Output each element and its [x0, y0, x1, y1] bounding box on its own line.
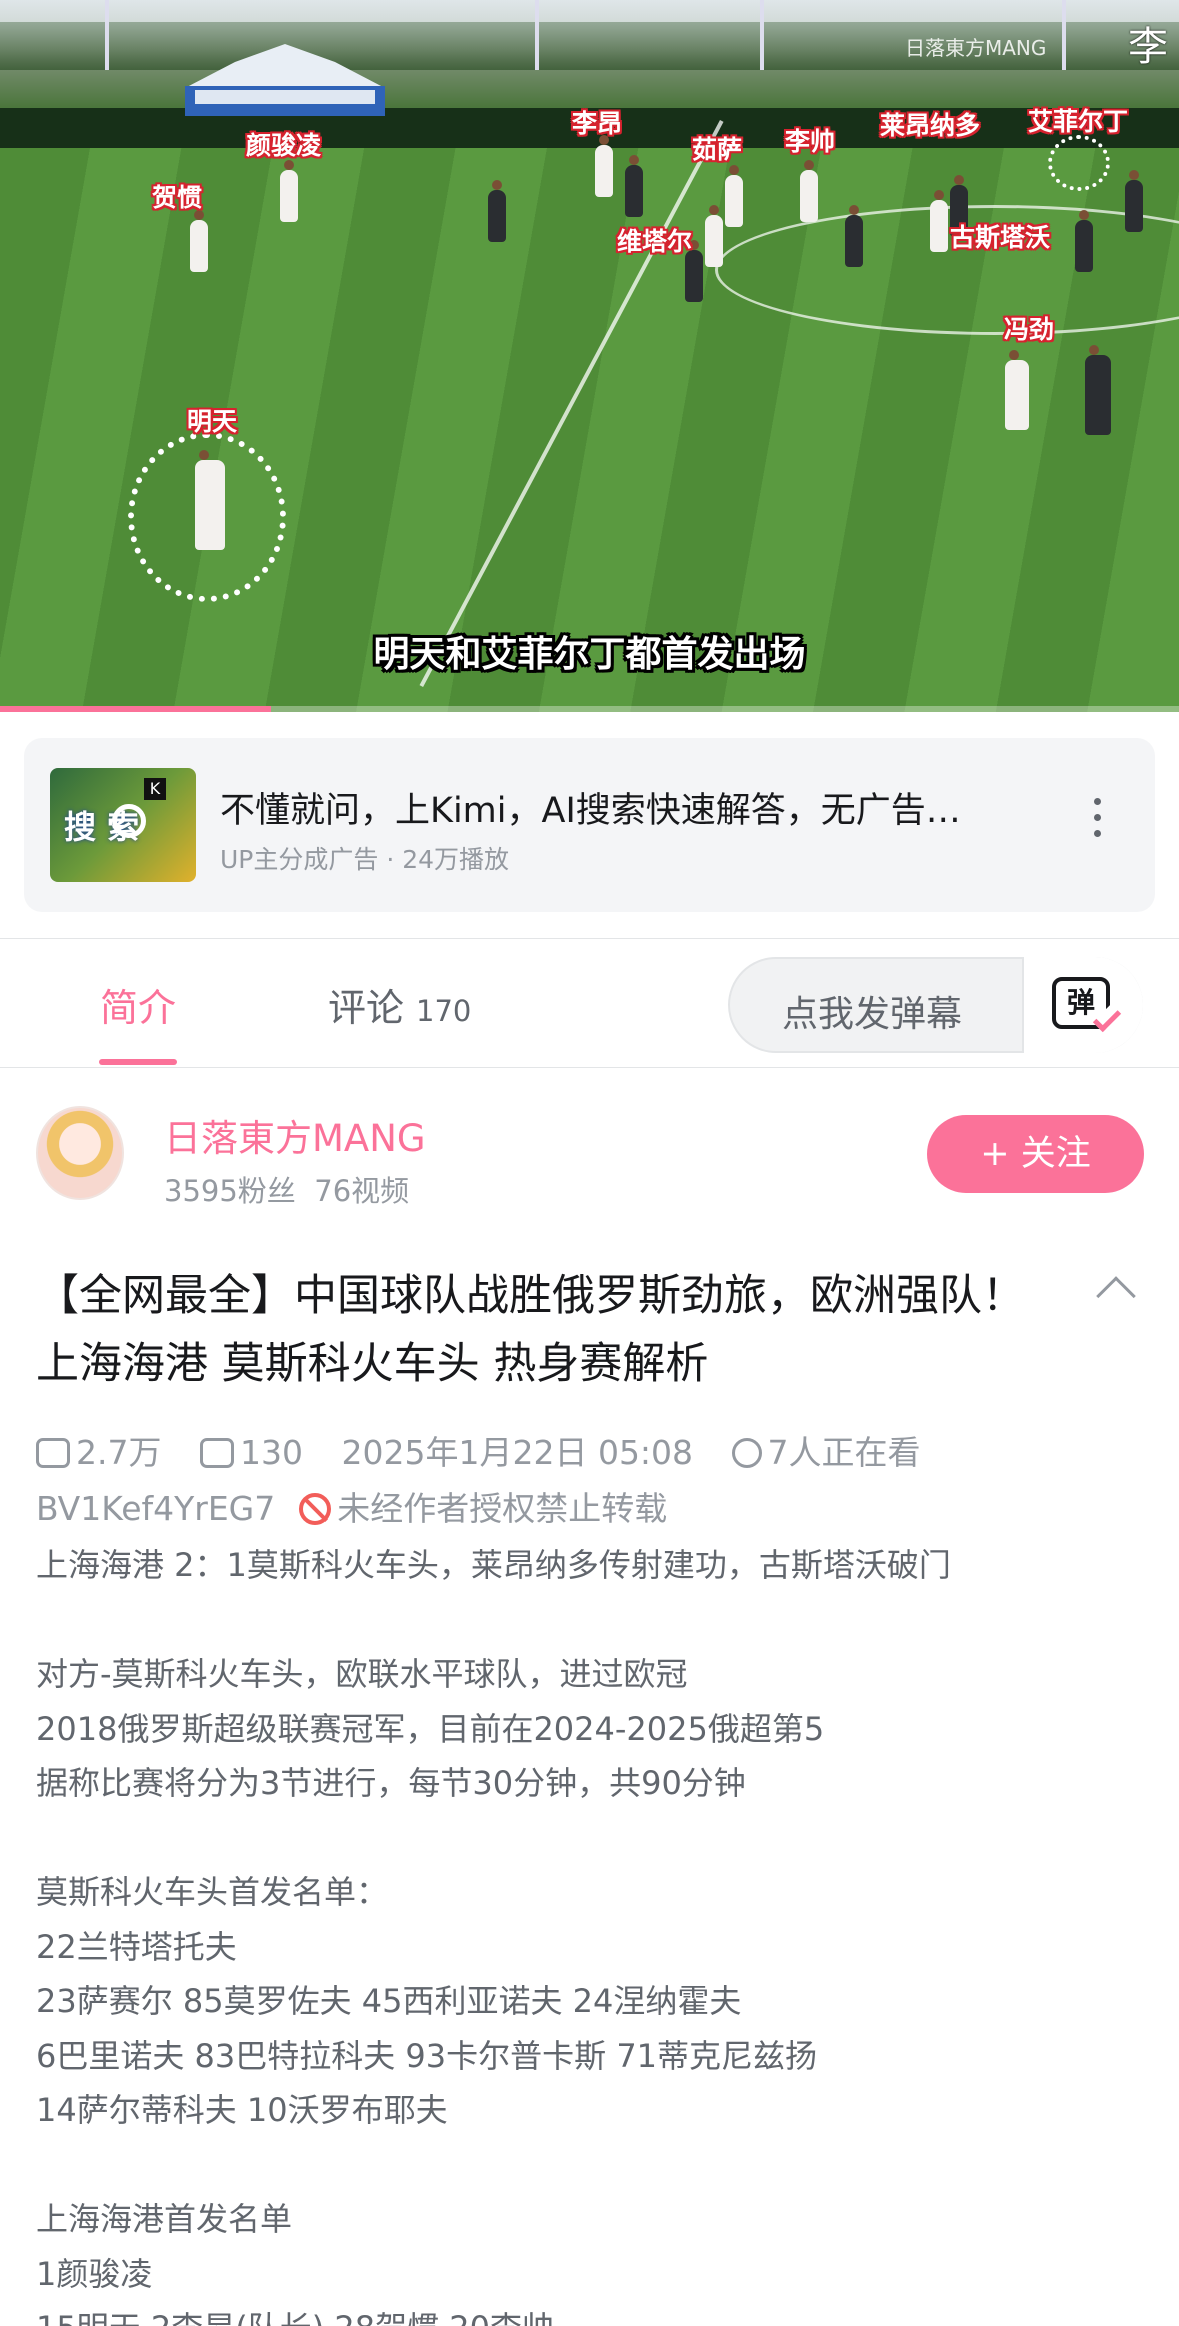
player-tag: 李昂: [572, 109, 623, 138]
player: [930, 190, 948, 252]
video-progress-fill: [0, 706, 272, 712]
videos-count: 76视频: [314, 1174, 410, 1208]
comments-count: 170: [416, 994, 472, 1028]
tent-structure: [185, 44, 385, 116]
play-count: 2.7万: [76, 1433, 162, 1472]
highlight-circle: [128, 432, 286, 602]
player-tag: 冯劲: [1004, 315, 1055, 344]
danmaku-count-icon: [199, 1438, 234, 1468]
tab-comments[interactable]: 评论 170: [328, 977, 471, 1032]
player: [800, 160, 818, 222]
player: [190, 210, 208, 272]
danmaku-placeholder: 点我发弹幕: [782, 994, 963, 1035]
active-tab-indicator: [99, 1059, 177, 1065]
player: [1125, 170, 1143, 232]
light-pole: [760, 0, 764, 70]
publish-date: 2025年1月22日 05:08: [341, 1433, 694, 1472]
highlight-circle: [1048, 135, 1110, 191]
light-pole: [1062, 0, 1066, 70]
player-tag: 茹萨: [692, 135, 743, 164]
tab-comments-label: 评论: [328, 986, 405, 1030]
video-subtitle: 明天和艾菲尔丁都首发出场: [373, 634, 806, 675]
player-tag: 颜骏凌: [246, 131, 322, 160]
video-player[interactable]: 李昂 颜骏凌 茹萨 李帅 莱昂纳多 艾菲尔丁 贺惯 维塔尔 古斯塔沃 冯劲 明天…: [0, 0, 1179, 712]
kimi-logo-icon: K: [144, 778, 166, 800]
danmaku-input[interactable]: 点我发弹幕 弹: [728, 957, 1143, 1053]
player: [625, 155, 643, 217]
ad-card[interactable]: 搜 索 K 不懂就问，上Kimi，AI搜索快速解答，无广告… UP主分成广告 ·…: [24, 738, 1155, 912]
uploader-name[interactable]: 日落東方MANG: [164, 1108, 426, 1162]
player-tag: 明天: [187, 407, 238, 436]
danmaku-toggle-button[interactable]: 弹: [1022, 957, 1143, 1053]
player-tag: 维塔尔: [617, 227, 693, 256]
tab-intro[interactable]: 简介: [100, 977, 176, 1032]
player: [1085, 345, 1111, 435]
video-corner-text: 李: [1128, 24, 1168, 70]
tab-bar: 简介 评论 170 点我发弹幕 弹: [0, 938, 1179, 1068]
watching-count: 7人正在看: [767, 1433, 921, 1472]
video-id-row: BV1Kef4YrEG7 未经作者授权禁止转载: [36, 1482, 667, 1530]
fans-count: 3595粉丝: [164, 1174, 296, 1208]
player: [1005, 350, 1029, 430]
uploader-stats: 3595粉丝 76视频: [164, 1168, 409, 1210]
player: [595, 135, 613, 197]
player-tag: 李帅: [785, 127, 836, 156]
player: [725, 165, 743, 227]
player-tag: 艾菲尔丁: [1028, 107, 1129, 136]
player: [705, 205, 723, 267]
more-options-icon[interactable]: [1094, 798, 1102, 846]
avatar[interactable]: [36, 1106, 124, 1200]
follow-button[interactable]: + 关注: [927, 1115, 1144, 1193]
player-tag: 莱昂纳多: [880, 111, 981, 140]
video-title: 【全网最全】中国球队战胜俄罗斯劲旅，欧洲强队！上海海港 莫斯科火车头 热身赛解析: [36, 1271, 1025, 1389]
bvid[interactable]: BV1Kef4YrEG7: [36, 1489, 275, 1528]
video-watermark: 日落東方MANG: [905, 36, 1047, 60]
ad-meta: UP主分成广告 · 24万播放: [220, 845, 510, 874]
magnifier-icon: [112, 804, 146, 838]
ad-thumbnail: 搜 索 K: [50, 768, 196, 882]
viewers-icon: [731, 1438, 762, 1468]
danmaku-count: 130: [239, 1433, 303, 1472]
chevron-up-icon[interactable]: [1096, 1276, 1136, 1316]
light-pole: [535, 0, 539, 70]
copyright-notice: 未经作者授权禁止转载: [337, 1489, 668, 1528]
player: [845, 205, 863, 267]
video-stats: 2.7万 130 2025年1月22日 05:08 7人正在看: [36, 1426, 921, 1474]
player-tag: 古斯塔沃: [950, 223, 1051, 252]
light-pole: [105, 0, 109, 70]
player: [1075, 210, 1093, 272]
player: [488, 180, 506, 242]
ad-title: 不懂就问，上Kimi，AI搜索快速解答，无广告…: [220, 791, 961, 831]
play-count-icon: [36, 1438, 70, 1468]
no-repost-icon: [299, 1493, 332, 1525]
video-description: 上海海港 2：1莫斯科火车头，莱昂纳多传射建功，古斯塔沃破门 对方-莫斯科火车头…: [36, 1546, 951, 2326]
player-tag: 贺惯: [152, 183, 203, 212]
player: [280, 160, 298, 222]
